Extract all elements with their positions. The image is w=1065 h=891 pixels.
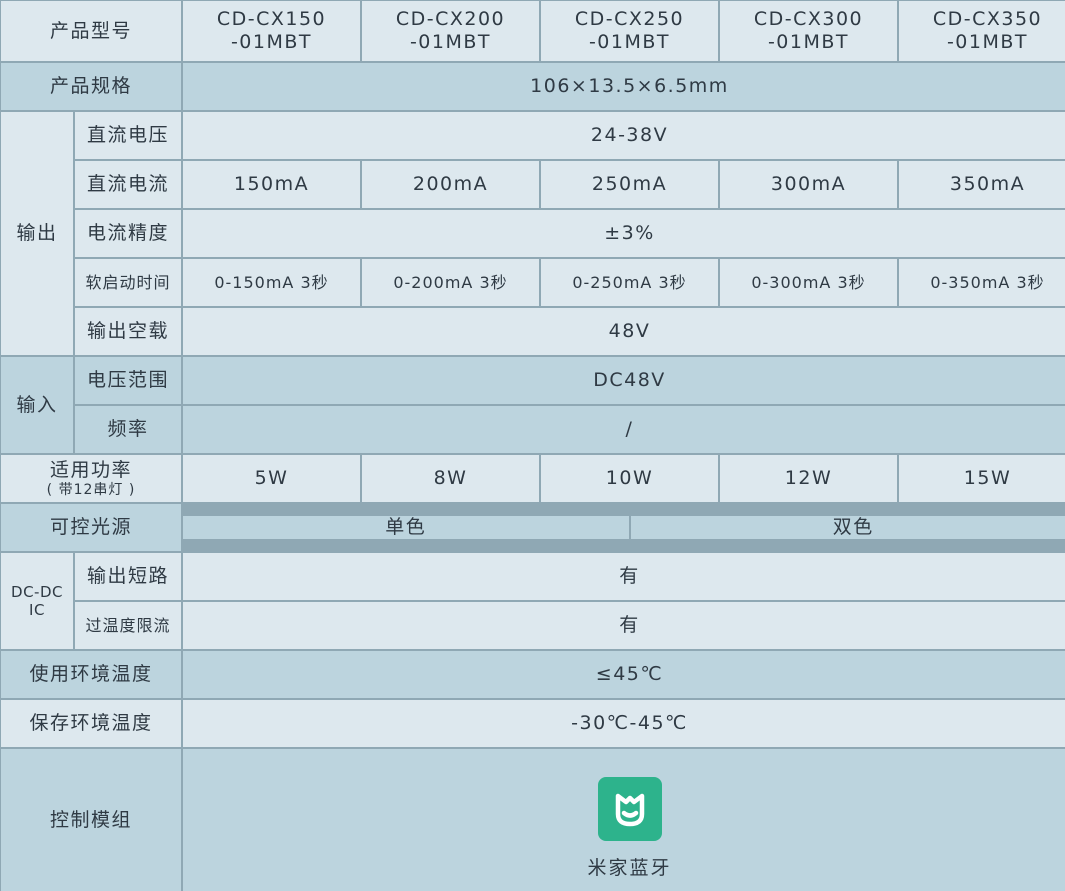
softstart-value: 0-200mA 3秒 <box>362 259 539 306</box>
dc-current-value: 200mA <box>362 161 539 208</box>
storage-temp-value: -30℃-45℃ <box>183 700 1065 747</box>
model-cell: CD-CX300-01MBT <box>720 1 897 61</box>
softstart-value: 0-300mA 3秒 <box>720 259 897 306</box>
light-source-values: 单色 双色 <box>183 504 1065 551</box>
voltage-range-label: 电压范围 <box>75 357 181 404</box>
dc-voltage-value: 24-38V <box>183 112 1065 159</box>
spec-table: 产品型号 CD-CX150-01MBT CD-CX200-01MBT CD-CX… <box>0 0 1065 864</box>
control-module-label: 控制模组 <box>1 749 181 891</box>
model-label: 产品型号 <box>1 1 181 61</box>
model-cell: CD-CX150-01MBT <box>183 1 360 61</box>
power-label: 适用功率( 带12串灯 ) <box>1 455 181 502</box>
short-circuit-label: 输出短路 <box>75 553 181 600</box>
noload-label: 输出空载 <box>75 308 181 355</box>
dc-current-value: 350mA <box>899 161 1065 208</box>
output-group-label: 输出 <box>1 112 73 355</box>
model-cell: CD-CX250-01MBT <box>541 1 718 61</box>
input-group-label: 输入 <box>1 357 73 453</box>
operating-temp-label: 使用环境温度 <box>1 651 181 698</box>
light-source-single: 单色 <box>183 516 629 539</box>
current-accuracy-label: 电流精度 <box>75 210 181 257</box>
over-temp-label: 过温度限流 <box>75 602 181 649</box>
softstart-label: 软启动时间 <box>75 259 181 306</box>
dc-current-value: 250mA <box>541 161 718 208</box>
power-value: 10W <box>541 455 718 502</box>
noload-value: 48V <box>183 308 1065 355</box>
mijia-logo-icon <box>598 777 662 841</box>
voltage-range-value: DC48V <box>183 357 1065 404</box>
spec-label: 产品规格 <box>1 63 181 110</box>
softstart-value: 0-250mA 3秒 <box>541 259 718 306</box>
frequency-value: / <box>183 406 1065 453</box>
power-value: 12W <box>720 455 897 502</box>
mijia-logo-text: 米家蓝牙 <box>587 857 671 880</box>
light-source-label: 可控光源 <box>1 504 181 551</box>
model-cell: CD-CX200-01MBT <box>362 1 539 61</box>
ic-group-label: DC-DCIC <box>1 553 73 649</box>
storage-temp-label: 保存环境温度 <box>1 700 181 747</box>
dc-current-value: 300mA <box>720 161 897 208</box>
dc-current-label: 直流电流 <box>75 161 181 208</box>
current-accuracy-value: ±3% <box>183 210 1065 257</box>
power-value: 15W <box>899 455 1065 502</box>
model-cell: CD-CX350-01MBT <box>899 1 1065 61</box>
frequency-label: 频率 <box>75 406 181 453</box>
softstart-value: 0-150mA 3秒 <box>183 259 360 306</box>
mijia-mark-icon <box>608 787 652 831</box>
dc-voltage-label: 直流电压 <box>75 112 181 159</box>
spec-value: 106×13.5×6.5mm <box>183 63 1065 110</box>
power-value: 5W <box>183 455 360 502</box>
power-value: 8W <box>362 455 539 502</box>
dc-current-value: 150mA <box>183 161 360 208</box>
operating-temp-value: ≤45℃ <box>183 651 1065 698</box>
control-module-value: 米家蓝牙 <box>183 749 1065 891</box>
light-source-dual: 双色 <box>631 516 1065 539</box>
softstart-value: 0-350mA 3秒 <box>899 259 1065 306</box>
over-temp-value: 有 <box>183 602 1065 649</box>
short-circuit-value: 有 <box>183 553 1065 600</box>
